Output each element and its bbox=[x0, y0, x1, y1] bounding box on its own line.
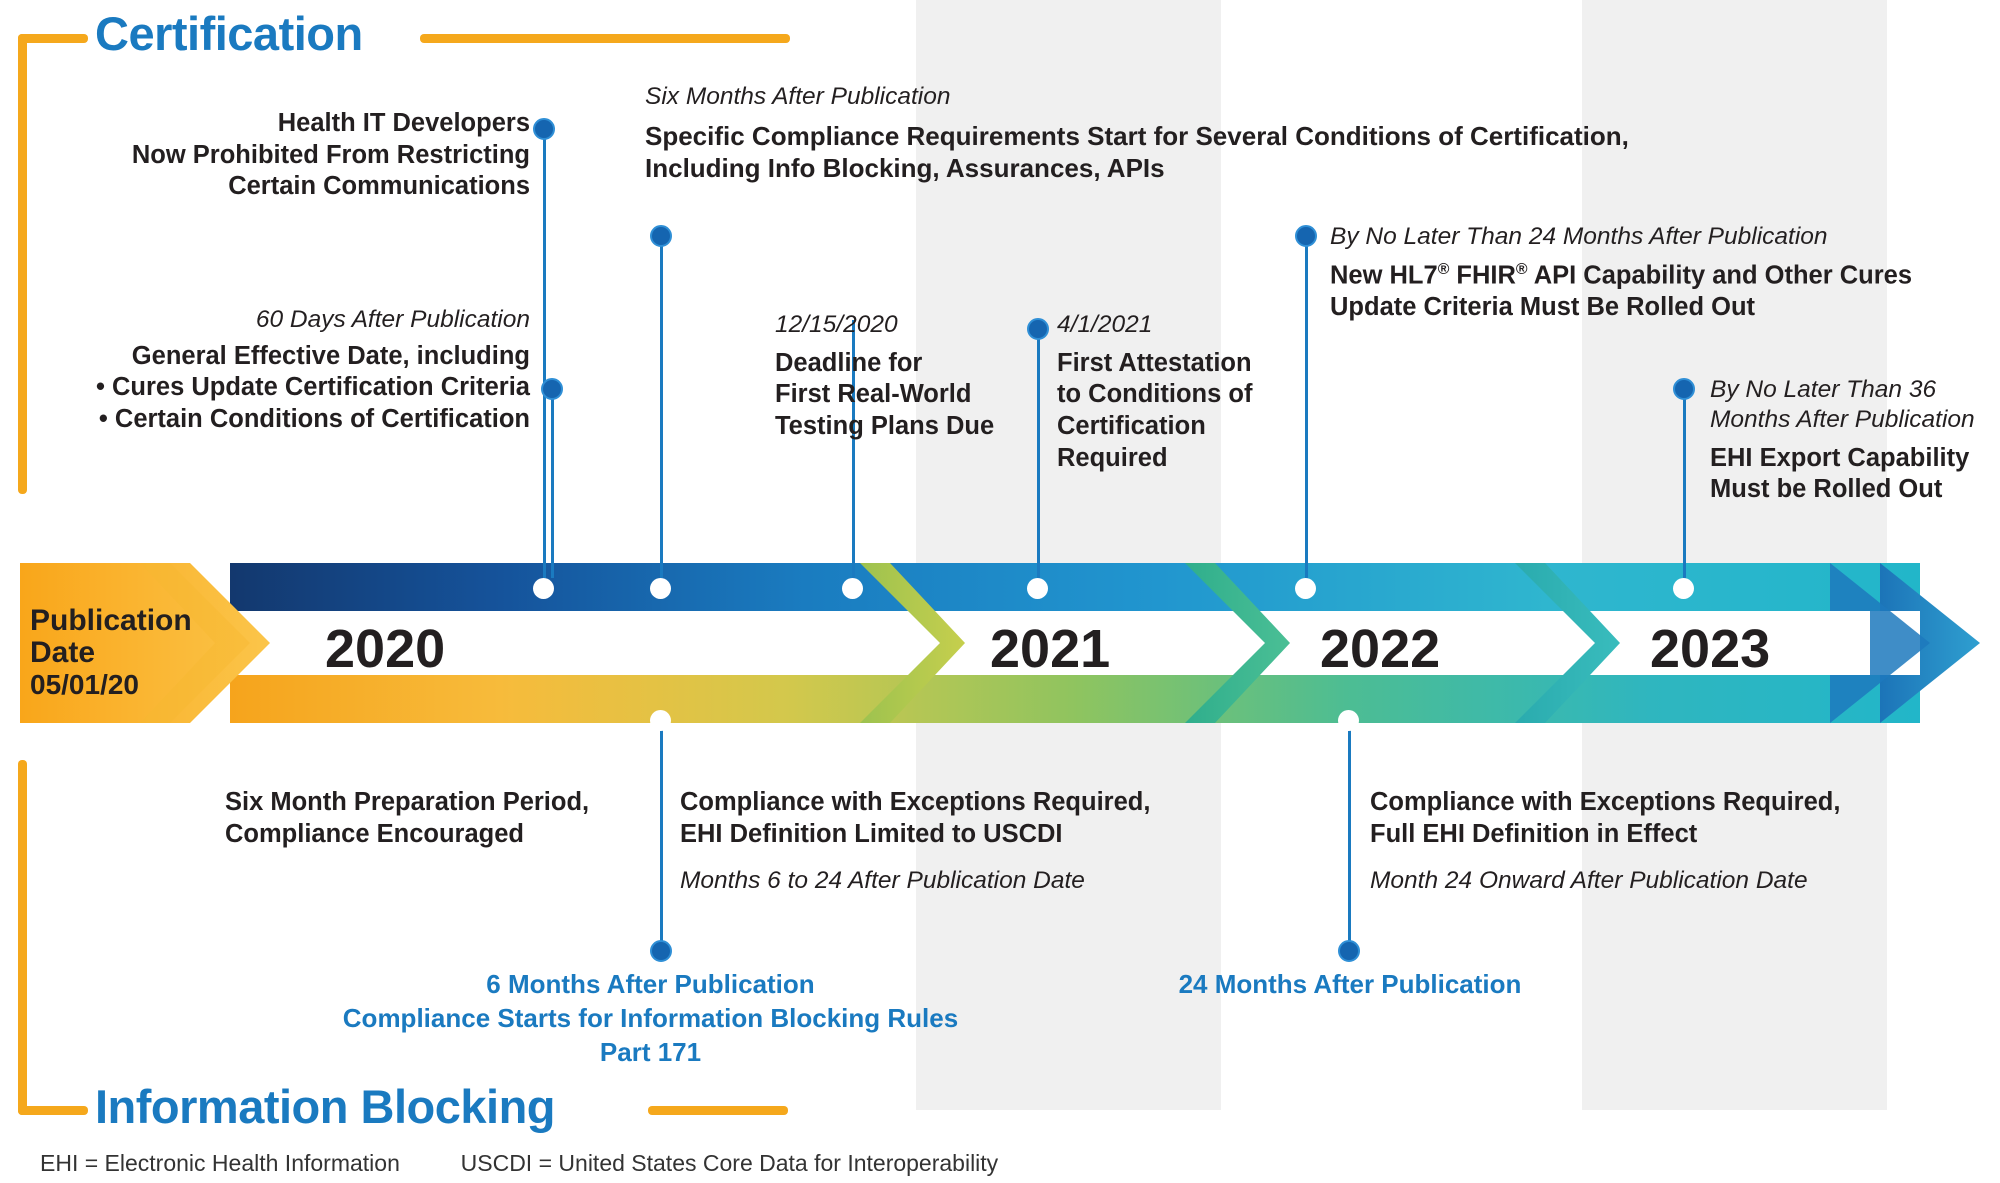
callout-line: EHI Definition Limited to USCDI bbox=[680, 819, 1063, 848]
callout-real-world-testing: 12/15/2020 Deadline for First Real-World… bbox=[775, 310, 1045, 443]
callout-timing: By No Later Than 36 bbox=[1710, 376, 1937, 403]
callout-line: New HL7® FHIR® API Capability and Other … bbox=[1330, 260, 1913, 290]
stem-six-months-info-blocking bbox=[660, 720, 663, 952]
info-blocking-section-title: Information Blocking bbox=[95, 1080, 556, 1133]
callout-compliance-exceptions-uscdi: Compliance with Exceptions Required, EHI… bbox=[680, 787, 1200, 896]
callout-line: Six Month Preparation Period, bbox=[225, 788, 590, 816]
stem-specific-compliance bbox=[660, 237, 663, 578]
dot-24-months-info-blocking bbox=[1338, 940, 1360, 962]
callout-ehi-export: By No Later Than 36 Months After Publica… bbox=[1710, 375, 2000, 506]
bar-dot-six-months-info-blocking bbox=[650, 710, 671, 731]
callout-compliance-exceptions-full-ehi: Compliance with Exceptions Required, Ful… bbox=[1370, 787, 1890, 896]
publication-label-line2: Date bbox=[30, 636, 96, 670]
callout-timing: By No Later Than 24 Months After Publica… bbox=[1330, 223, 1828, 250]
highlight-six-months-after-publication: 6 Months After Publication Compliance St… bbox=[318, 968, 983, 1069]
bar-dot-health-it-developers bbox=[533, 578, 554, 599]
year-label-2021: 2021 bbox=[990, 619, 1111, 679]
callout-timing: Months After Publication bbox=[1710, 405, 1975, 433]
callout-first-attestation: 4/1/2021 First Attestation to Conditions… bbox=[1057, 310, 1317, 474]
highlight-24-months-after-publication: 24 Months After Publication bbox=[1050, 968, 1650, 1002]
callout-timing: Months 6 to 24 After Publication Date bbox=[680, 867, 1085, 895]
info-blocking-bracket-horizontal-right bbox=[648, 1106, 788, 1115]
dot-ehi-export bbox=[1673, 378, 1695, 400]
year-label-2020: 2020 bbox=[325, 619, 446, 679]
callout-line: Specific Compliance Requirements Start f… bbox=[645, 120, 1629, 151]
highlight-line: 24 Months After Publication bbox=[1178, 969, 1522, 999]
info-blocking-bracket-vertical bbox=[18, 760, 27, 1115]
callout-line: First Attestation bbox=[1057, 348, 1252, 377]
publication-date-value: 05/01/20 bbox=[30, 668, 139, 700]
callout-line: to Conditions of bbox=[1057, 380, 1253, 409]
bar-dot-real-world-testing bbox=[842, 578, 863, 599]
callout-line: Deadline for bbox=[775, 348, 923, 377]
callout-bullet: • Cures Update Certification Criteria bbox=[95, 373, 530, 402]
callout-line: Full EHI Definition in Effect bbox=[1370, 819, 1698, 848]
callout-six-month-preparation: Six Month Preparation Period, Compliance… bbox=[225, 787, 645, 850]
certification-section-title: Certification bbox=[95, 7, 363, 60]
dot-specific-compliance bbox=[650, 225, 672, 247]
callout-general-effective-date: 60 Days After Publication General Effect… bbox=[30, 305, 530, 436]
callout-health-it-developers: Health IT Developers Now Prohibited From… bbox=[30, 108, 530, 203]
footnotes: EHI = Electronic Health Information USCD… bbox=[40, 1150, 998, 1177]
callout-line: Health IT Developers bbox=[277, 109, 530, 137]
info-blocking-bracket-horizontal-left bbox=[18, 1106, 88, 1115]
callout-line: Required bbox=[1057, 443, 1168, 472]
callout-line: Compliance with Exceptions Required, bbox=[1370, 788, 1841, 816]
callout-line: Certification bbox=[1057, 412, 1206, 441]
dot-six-months-info-blocking bbox=[650, 940, 672, 962]
bar-dot-24-months-info-blocking bbox=[1338, 710, 1359, 731]
callout-line: General Effective Date, including bbox=[131, 341, 530, 370]
callout-line: Must be Rolled Out bbox=[1710, 475, 1943, 504]
highlight-line: Compliance Starts for Information Blocki… bbox=[342, 1002, 959, 1033]
callout-timing: 4/1/2021 bbox=[1057, 311, 1153, 338]
publication-label-line1: Publication bbox=[30, 604, 192, 637]
year-label-2023: 2023 bbox=[1650, 619, 1771, 679]
dot-hl7-fhir-api bbox=[1295, 225, 1317, 247]
year-label-2022: 2022 bbox=[1320, 619, 1441, 679]
callout-line: Compliance with Exceptions Required, bbox=[680, 788, 1151, 816]
bar-dot-hl7-fhir-api bbox=[1295, 578, 1316, 599]
callout-bullet: • Certain Conditions of Certification bbox=[98, 405, 530, 434]
stem-ehi-export bbox=[1683, 395, 1686, 578]
callout-timing: Month 24 Onward After Publication Date bbox=[1370, 867, 1808, 895]
highlight-line: Part 171 bbox=[599, 1036, 702, 1067]
callout-specific-compliance: Six Months After Publication Specific Co… bbox=[645, 82, 1725, 184]
callout-line: Testing Plans Due bbox=[775, 412, 995, 441]
highlight-line: 6 Months After Publication bbox=[486, 969, 815, 999]
certification-bracket-vertical bbox=[18, 34, 27, 494]
publication-date-badge: Publication Date 05/01/20 bbox=[30, 604, 215, 700]
footnote-uscdi: USCDI = United States Core Data for Inte… bbox=[460, 1150, 999, 1176]
callout-timing: 60 Days After Publication bbox=[255, 306, 530, 333]
callout-line: Compliance Encouraged bbox=[225, 819, 524, 848]
callout-timing: 12/15/2020 bbox=[775, 311, 898, 338]
callout-line: EHI Export Capability bbox=[1710, 443, 1970, 472]
callout-line: Certain Communications bbox=[228, 172, 530, 201]
stem-general-effective-date bbox=[551, 390, 554, 578]
bar-dot-first-attestation bbox=[1027, 578, 1048, 599]
callout-hl7-fhir-api: By No Later Than 24 Months After Publica… bbox=[1330, 222, 1950, 324]
bar-dot-ehi-export bbox=[1673, 578, 1694, 599]
dot-health-it-developers bbox=[533, 118, 555, 140]
bar-dot-specific-compliance bbox=[650, 578, 671, 599]
callout-timing: Six Months After Publication bbox=[645, 83, 951, 110]
footnote-ehi: EHI = Electronic Health Information bbox=[40, 1150, 400, 1176]
callout-line: Update Criteria Must Be Rolled Out bbox=[1330, 292, 1756, 321]
stem-health-it-developers bbox=[543, 130, 546, 578]
callout-line: First Real-World bbox=[775, 380, 972, 409]
dot-general-effective-date bbox=[541, 378, 563, 400]
certification-bracket-horizontal-right bbox=[420, 34, 790, 43]
callout-line: Including Info Blocking, Assurances, API… bbox=[645, 153, 1165, 184]
certification-bracket-horizontal-left bbox=[18, 34, 88, 43]
stem-24-months-info-blocking bbox=[1348, 720, 1351, 952]
callout-line: Now Prohibited From Restricting bbox=[131, 140, 530, 169]
